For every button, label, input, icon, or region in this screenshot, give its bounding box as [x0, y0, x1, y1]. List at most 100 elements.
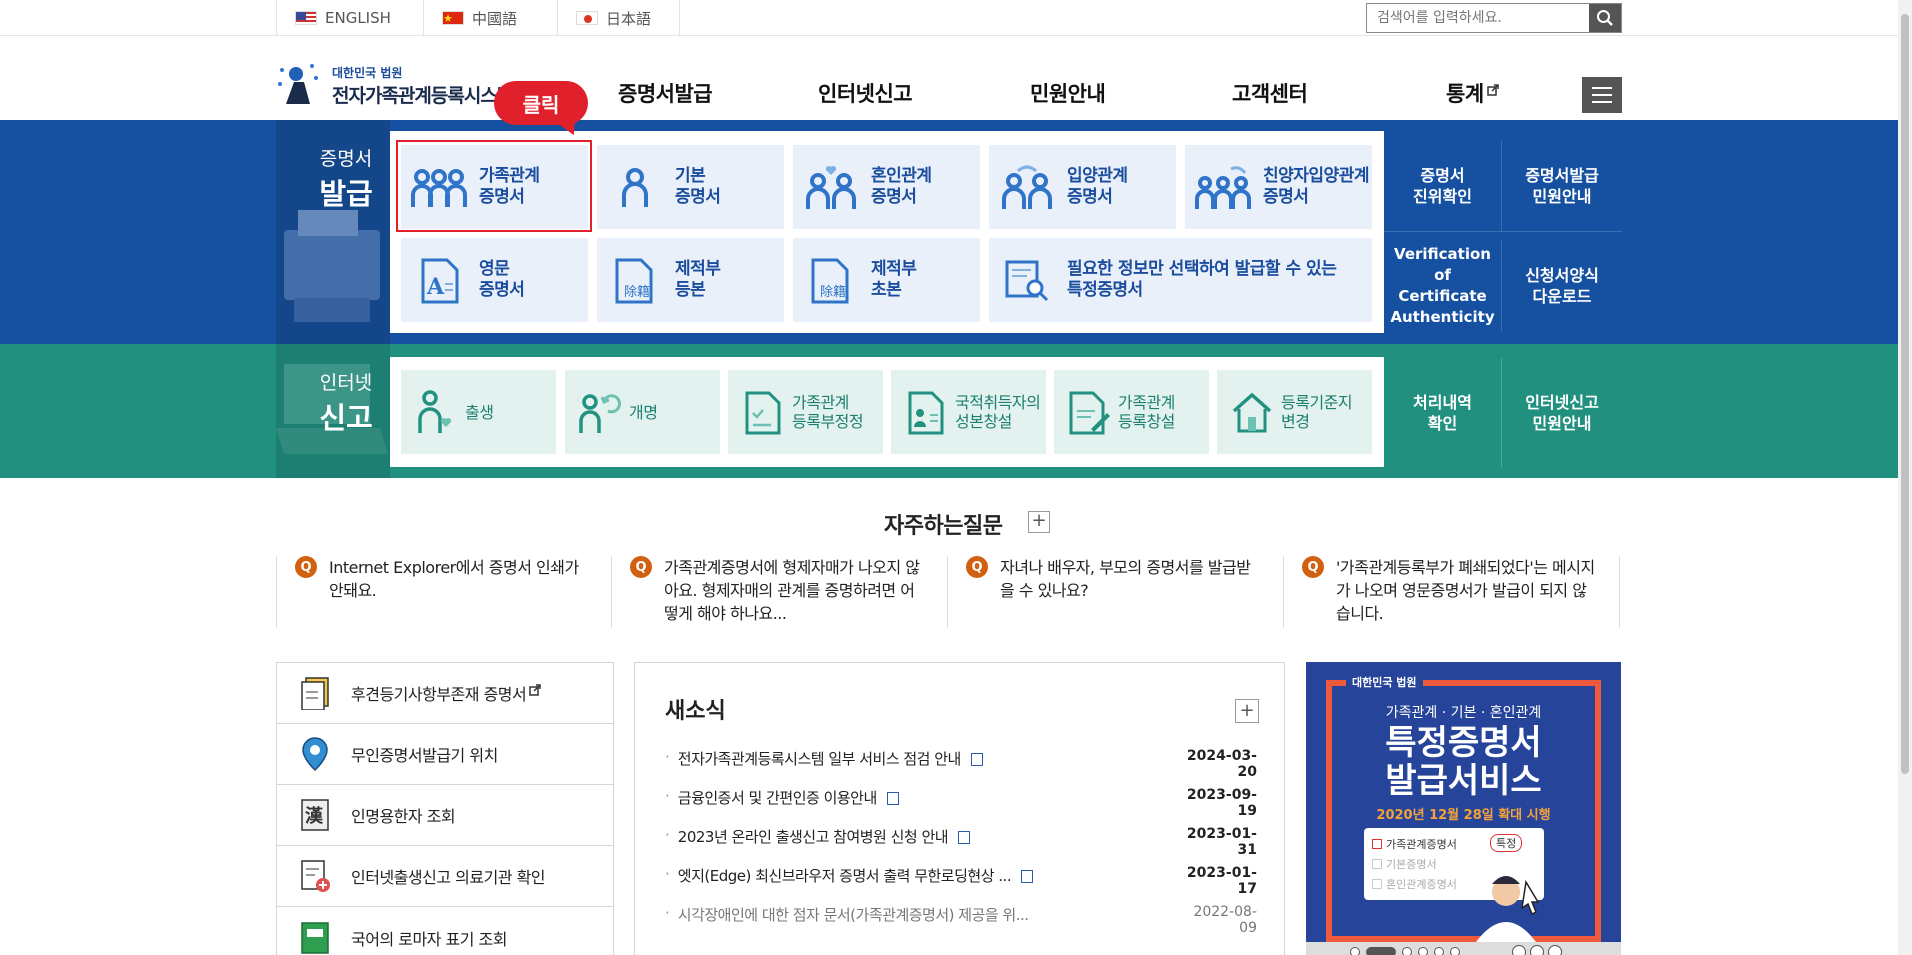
report-card-naturalized-surname[interactable]: 국적취득자의 성본창설	[891, 370, 1046, 454]
faq-item[interactable]: Q Internet Explorer에서 증명서 인쇄가 안돼요.	[276, 556, 612, 628]
logo-title: 전자가족관계등록시스템	[332, 85, 514, 107]
nav-customer-center[interactable]: 고객센터	[1232, 78, 1308, 108]
pause-icon[interactable]	[1530, 945, 1544, 955]
cert-card-adoption[interactable]: 입양관계 증명서	[989, 145, 1176, 229]
quick-link-kiosk-location[interactable]: 무인증명서발급기 위치	[277, 724, 613, 785]
faq-item[interactable]: Q '가족관계등록부가 폐쇄되었다'는 메시지가 나오며 영문증명서가 발급이 …	[1284, 556, 1620, 628]
news-item-title: 금융인증서 및 간편인증 이용안내	[678, 787, 1177, 811]
news-more-button[interactable]: +	[1235, 699, 1259, 723]
faq-item[interactable]: Q 자녀나 배우자, 부모의 증명서를 발급받을 수 있나요?	[948, 556, 1284, 628]
cert-card-marriage[interactable]: 혼인관계 증명서	[793, 145, 980, 229]
jp-flag-icon	[576, 11, 598, 25]
document-stack-icon	[297, 675, 333, 711]
pagination-dot[interactable]	[1418, 947, 1428, 955]
lang-chinese-link[interactable]: 中國語	[424, 0, 558, 36]
family-adoption-icon	[1193, 157, 1253, 217]
nav-statistics[interactable]: 통계	[1446, 78, 1499, 108]
nav-statistics-label: 통계	[1446, 82, 1484, 106]
removed-register-icon: 除籍	[605, 250, 665, 310]
svg-text:A: A	[426, 274, 445, 300]
specific-certificate-banner[interactable]: 대한민국 법원 가족관계 · 기본 · 혼인관계 특정증명서 발급서비스 202…	[1306, 662, 1621, 955]
news-item-date: 2023-01-31	[1186, 826, 1257, 858]
report-card-register-correction[interactable]: 가족관계 등록부정정	[728, 370, 883, 454]
news-item-date: 2023-09-19	[1186, 787, 1257, 819]
hospital-document-icon	[297, 858, 333, 894]
quick-link-name-hanja[interactable]: 漢 인명용한자 조회	[277, 785, 613, 846]
search-input[interactable]	[1367, 4, 1589, 32]
news-item[interactable]: · 2023년 온라인 출생신고 참여병원 신청 안내 2023-01-31	[665, 826, 1257, 858]
hamburger-menu-button[interactable]	[1582, 77, 1622, 113]
report-card-birth[interactable]: 출생	[401, 370, 556, 454]
verification-authenticity-link[interactable]: Verification of Certificate Authenticity	[1384, 240, 1502, 332]
pagination-dot[interactable]	[1434, 947, 1444, 955]
certificate-verify-link[interactable]: 증명서 진위확인	[1384, 140, 1502, 232]
banner-person-illustration	[1476, 876, 1540, 942]
pagination-dot[interactable]	[1402, 947, 1412, 955]
faq-more-button[interactable]: +	[1028, 511, 1050, 533]
pagination-dot-active[interactable]	[1366, 947, 1396, 955]
cert-card-label: 친양자입양관계 증명서	[1263, 166, 1369, 207]
lang-english-link[interactable]: ENGLISH	[276, 0, 424, 36]
news-item[interactable]: · 시각장애인에 대한 점자 문서(가족관계증명서) 제공을 위... 2022…	[665, 904, 1257, 936]
quick-link-label: 인터넷출생신고 의료기관 확인	[351, 868, 546, 887]
report-card-register-creation[interactable]: 가족관계 등록창설	[1054, 370, 1209, 454]
nav-civil-guide[interactable]: 민원안내	[1030, 78, 1106, 108]
document-pen-icon	[1066, 387, 1112, 437]
processing-history-link[interactable]: 처리내역 확인	[1384, 358, 1502, 468]
nav-internet-report[interactable]: 인터넷신고	[818, 78, 913, 108]
adoption-icon	[997, 157, 1057, 217]
scrollbar-thumb[interactable]	[1901, 14, 1909, 774]
banner-dots	[1350, 947, 1460, 955]
report-card-registry-base-change[interactable]: 등록기준지 변경	[1217, 370, 1372, 454]
certificate-issue-guide-link[interactable]: 증명서발급 민원안내	[1502, 140, 1622, 232]
nav-certificate-issue[interactable]: 증명서발급	[618, 78, 713, 108]
lang-label: ENGLISH	[325, 9, 391, 27]
report-card-label: 가족관계 등록부정정	[792, 393, 864, 431]
pagination-dot[interactable]	[1450, 947, 1460, 955]
search-icon	[1597, 10, 1613, 26]
internet-section-title: 인터넷 신고	[306, 368, 386, 437]
vertical-scrollbar[interactable]	[1898, 0, 1912, 955]
quick-link-romanization[interactable]: 국어의 로마자 표기 조회	[277, 907, 613, 955]
click-highlight-box	[396, 140, 592, 232]
cert-card-removed-register-copy[interactable]: 除籍 제적부 등본	[597, 238, 784, 322]
news-panel: 새소식 + · 전자가족관계등록시스템 일부 서비스 점검 안내 2024-03…	[634, 662, 1285, 955]
document-check-icon	[740, 387, 786, 437]
pagination-dot[interactable]	[1350, 947, 1360, 955]
cert-card-label: 제적부 등본	[675, 259, 721, 300]
news-item-date: 2023-01-17	[1186, 865, 1257, 897]
internet-report-guide-link[interactable]: 인터넷신고 민원안내	[1502, 358, 1622, 468]
cert-card-removed-register-extract[interactable]: 除籍 제적부 초본	[793, 238, 980, 322]
news-title: 새소식	[665, 699, 726, 724]
top-utility-bar: ENGLISH 中國語 日本語	[0, 0, 1912, 36]
faq-item[interactable]: Q 가족관계증명서에 형제자매가 나오지 않아요. 형제자매의 관계를 증명하려…	[612, 556, 948, 628]
cert-card-label: 영문 증명서	[479, 259, 525, 300]
cert-card-specific-certificate[interactable]: 필요한 정보만 선택하여 발급할 수 있는 특정증명서	[989, 238, 1372, 322]
svg-text:除籍: 除籍	[624, 284, 650, 300]
faq-question: 가족관계증명서에 형제자매가 나오지 않아요. 형제자매의 관계를 증명하려면 …	[664, 558, 920, 623]
cert-card-basic[interactable]: 기본 증명서	[597, 145, 784, 229]
cert-card-english[interactable]: A 영문 증명서	[401, 238, 588, 322]
quick-link-guardianship-certificate[interactable]: 후견등기사항부존재 증명서	[277, 663, 613, 724]
search-button[interactable]	[1589, 4, 1621, 32]
click-callout-badge: 클릭	[494, 81, 588, 125]
next-icon[interactable]	[1548, 945, 1562, 955]
person-icon	[605, 157, 665, 217]
banner-org: 대한민국 법원	[1346, 674, 1423, 690]
prev-icon[interactable]	[1512, 945, 1526, 955]
section-title-small: 증명서	[319, 148, 373, 170]
report-card-rename[interactable]: 개명	[565, 370, 720, 454]
news-item[interactable]: · 금융인증서 및 간편인증 이용안내 2023-09-19	[665, 787, 1257, 819]
external-link-icon	[1486, 84, 1499, 96]
quick-link-hospital-check[interactable]: 인터넷출생신고 의료기관 확인	[277, 846, 613, 907]
application-form-download-link[interactable]: 신청서양식 다운로드	[1502, 240, 1622, 332]
logo-subtitle: 대한민국 법원	[332, 66, 403, 80]
lang-japanese-link[interactable]: 日本語	[558, 0, 680, 36]
cert-card-full-adoption[interactable]: 친양자입양관계 증명서	[1185, 145, 1372, 229]
news-item[interactable]: · 엣지(Edge) 최신브라우저 증명서 출력 무한로딩현상 ... 2023…	[665, 865, 1257, 897]
bullet: ·	[665, 904, 670, 922]
english-document-icon: A	[409, 250, 469, 310]
quick-link-label: 국어의 로마자 표기 조회	[351, 929, 507, 949]
banner-headline-2: 발급서비스	[1385, 761, 1542, 801]
news-item[interactable]: · 전자가족관계등록시스템 일부 서비스 점검 안내 2024-03-20	[665, 748, 1257, 780]
